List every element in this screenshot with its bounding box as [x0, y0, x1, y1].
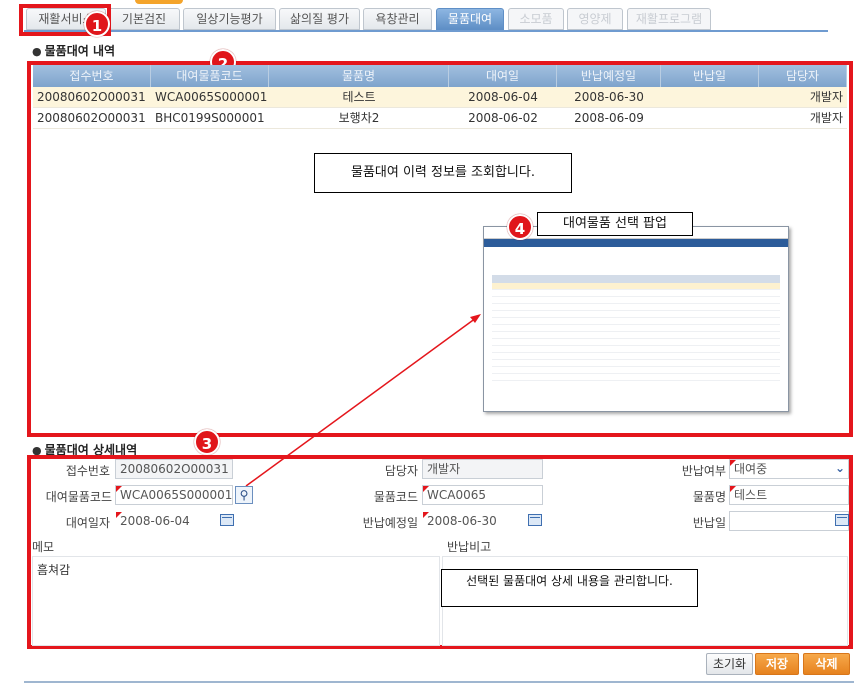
manager-label: 담당자: [384, 464, 418, 478]
popup-row: [492, 283, 780, 290]
return-date-field[interactable]: [729, 511, 849, 531]
rental-list-title-text: 물품대여 내역: [44, 44, 116, 58]
cell-return-date: [661, 87, 759, 107]
reset-button[interactable]: 초기화: [706, 653, 753, 675]
item-name-field[interactable]: 테스트: [729, 485, 849, 505]
badge-1: 1: [84, 11, 110, 37]
popup-row: [492, 290, 780, 297]
delete-button[interactable]: 삭제: [803, 653, 850, 675]
cell-receipt-no: 20080602O00031: [37, 111, 146, 125]
tab-underline: [24, 30, 828, 32]
callout-popup-description: 대여물품 선택 팝업: [537, 212, 693, 236]
popup-row: [492, 339, 780, 346]
return-date-label: 반납일: [692, 516, 726, 530]
table-row[interactable]: 20080602O00031 BHC0199S000001 보행차2 2008-…: [33, 108, 847, 129]
col-return-date[interactable]: 반납일: [661, 65, 759, 87]
popup-search-area: [484, 247, 788, 275]
popup-row: [492, 367, 780, 374]
tab-bar: 재활서비스 기본검진 일상기능평가 삶의질 평가 욕창관리 물품대여 소모품 영…: [0, 0, 864, 36]
popup-row: [492, 304, 780, 311]
popup-row: [492, 297, 780, 304]
item-name-label: 물품명: [692, 490, 726, 504]
cell-return-date: [661, 108, 759, 128]
popup-row: [492, 311, 780, 318]
col-item-name[interactable]: 물품명: [269, 65, 449, 87]
cell-rental-item-code: BHC0199S000001: [155, 111, 265, 125]
col-rental-item-code[interactable]: 대여물품코드: [151, 65, 269, 87]
popup-row: [492, 374, 780, 381]
cell-manager: 개발자: [809, 111, 843, 125]
popup-row: [492, 332, 780, 339]
item-select-popup-preview: [483, 226, 789, 412]
table-row[interactable]: 20080602O00031 WCA0065S000001 테스트 2008-0…: [33, 87, 847, 108]
chevron-down-icon[interactable]: ⌄: [835, 461, 845, 475]
popup-row: [492, 360, 780, 367]
manager-field[interactable]: 개발자: [422, 459, 543, 479]
col-manager[interactable]: 담당자: [759, 65, 847, 87]
popup-grid-header: [492, 275, 780, 283]
badge-3: 3: [194, 429, 220, 455]
rental-grid-header: 접수번호 대여물품코드 물품명 대여일 반납예정일 반납일 담당자: [33, 65, 847, 87]
col-planned-return[interactable]: 반납예정일: [557, 65, 661, 87]
receipt-no-field[interactable]: 20080602O00031: [115, 459, 233, 479]
bottom-divider: [24, 681, 854, 683]
save-button[interactable]: 저장: [755, 653, 799, 675]
tab-rental[interactable]: 물품대여: [436, 8, 504, 30]
popup-row: [492, 353, 780, 360]
badge-4: 4: [507, 214, 533, 240]
memo-textarea[interactable]: 흠쳐감: [32, 556, 440, 646]
cell-receipt-no: 20080602O00031: [37, 90, 146, 104]
location-pin-icon: ●: [32, 45, 42, 58]
tab-nutrition: 영양제: [567, 8, 623, 30]
popup-header-bar: [484, 239, 788, 247]
planned-return-field[interactable]: 2008-06-30: [422, 511, 543, 531]
col-rental-date[interactable]: 대여일: [449, 65, 557, 87]
cell-item-name: 테스트: [342, 90, 376, 104]
return-status-value: 대여중: [734, 462, 768, 476]
calendar-icon[interactable]: [220, 514, 234, 526]
tab-basic-checkup[interactable]: 기본검진: [108, 8, 180, 30]
tab-consumables: 소모품: [508, 8, 564, 30]
search-icon[interactable]: ⚲: [235, 486, 253, 504]
col-receipt-no[interactable]: 접수번호: [33, 65, 151, 87]
calendar-icon[interactable]: [835, 514, 849, 526]
callout-detail-description: 선택된 물품대여 상세 내용을 관리합니다.: [441, 569, 698, 607]
memo-label: 메모: [32, 540, 55, 554]
calendar-icon[interactable]: [528, 514, 542, 526]
tab-bedsore[interactable]: 욕창관리: [363, 8, 432, 30]
popup-row: [492, 346, 780, 353]
cell-rental-item-code: WCA0065S000001: [155, 90, 268, 104]
popup-row: [492, 325, 780, 332]
cell-planned-return: 2008-06-30: [574, 90, 644, 104]
callout-list-description: 물품대여 이력 정보를 조회합니다.: [314, 153, 572, 193]
tab-daily-function[interactable]: 일상기능평가: [183, 8, 276, 30]
receipt-no-label: 접수번호: [65, 464, 110, 478]
cell-rental-date: 2008-06-04: [468, 90, 538, 104]
item-code-field[interactable]: WCA0065: [422, 485, 543, 505]
rental-list-title: ● 물품대여 내역: [32, 42, 115, 59]
cell-rental-date: 2008-06-02: [468, 111, 538, 125]
popup-row: [492, 318, 780, 325]
tab-rehab-program: 재활프로그램: [627, 8, 711, 30]
cell-manager: 개발자: [809, 90, 843, 104]
cell-item-name: 보행차2: [338, 111, 380, 125]
tab-quality-of-life[interactable]: 삶의질 평가: [279, 8, 360, 30]
rental-date-field[interactable]: 2008-06-04: [115, 511, 233, 531]
rental-date-label: 대여일자: [65, 516, 110, 530]
planned-return-label: 반납예정일: [362, 516, 418, 530]
return-note-label: 반납비고: [447, 540, 492, 554]
rental-item-code-field[interactable]: WCA0065S000001: [115, 485, 233, 505]
return-status-label: 반납여부: [681, 464, 726, 478]
tab-indicator: [135, 0, 183, 4]
item-code-label: 물품코드: [373, 490, 418, 504]
return-status-select[interactable]: 대여중: [729, 459, 849, 479]
rental-item-code-label: 대여물품코드: [45, 490, 112, 504]
cell-planned-return: 2008-06-09: [574, 111, 644, 125]
